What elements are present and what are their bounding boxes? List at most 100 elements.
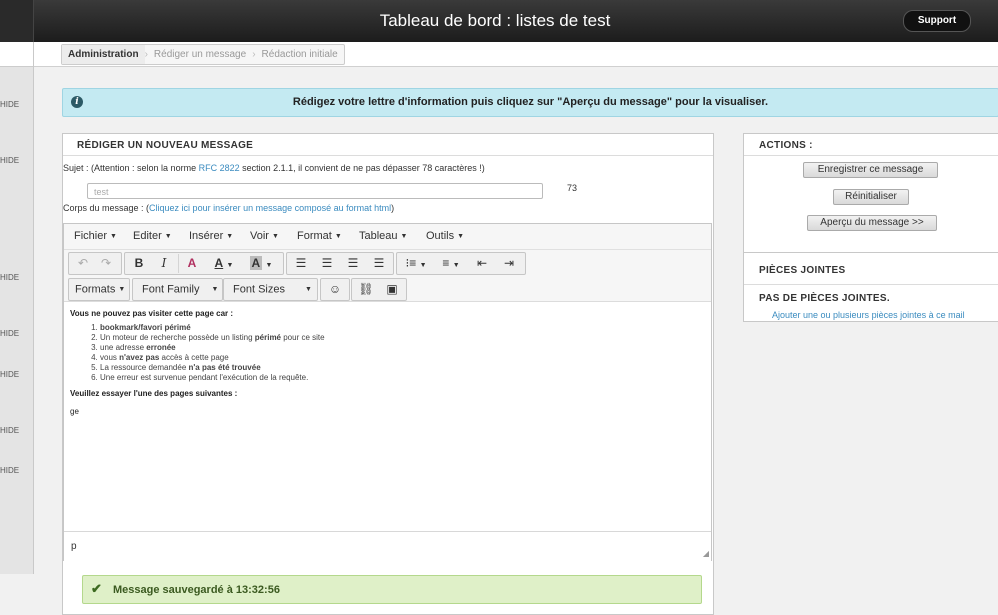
resize-handle-icon[interactable]: ◢	[703, 549, 709, 558]
sidebar-hide-toggle[interactable]: HIDE	[0, 426, 19, 435]
element-path[interactable]: p	[71, 541, 77, 552]
checkmark-icon: ✔	[91, 581, 102, 596]
top-bar: Tableau de bord : listes de test Support	[0, 0, 998, 42]
subject-note-text: Sujet : (Attention : selon la norme	[63, 163, 199, 173]
menu-label: Outils	[426, 230, 455, 242]
item-text: La ressource demandée	[100, 363, 189, 372]
outdent-icon[interactable]: ⇤	[470, 253, 494, 274]
actions-title: ACTIONS :	[759, 140, 813, 151]
sidebar-hide-toggle[interactable]: HIDE	[0, 329, 19, 338]
background-color-icon[interactable]: A ▼	[244, 253, 278, 274]
link-icon[interactable]: ⛓	[354, 279, 378, 300]
align-center-icon[interactable]: ☰	[315, 253, 339, 274]
item-bold: n'a pas été trouvée	[188, 363, 261, 372]
preview-message-button[interactable]: Aperçu du message >>	[807, 215, 937, 231]
breadcrumb-initial-draft: Rédaction initiale	[261, 49, 338, 60]
sidebar-hide-toggle[interactable]: HIDE	[0, 100, 19, 109]
sidebar-hide-toggle[interactable]: HIDE	[0, 370, 19, 379]
item-text: Une erreur est survenue pendant l'exécut…	[100, 373, 309, 382]
align-left-icon[interactable]: ☰	[289, 253, 313, 274]
font-family-dropdown[interactable]: Font Family ▼	[132, 278, 223, 301]
bold-icon[interactable]: B	[128, 253, 150, 274]
formats-label: Formats ▼	[69, 279, 125, 300]
reset-button[interactable]: Réinitialiser	[833, 189, 909, 205]
subject-note-text: section 2.1.1, il convient de ne pas dép…	[239, 163, 485, 173]
indent-icon[interactable]: ⇥	[497, 253, 521, 274]
subject-note: Sujet : (Attention : selon la norme RFC …	[63, 163, 485, 173]
attachments-panel: PIÈCES JOINTES PAS DE PIÈCES JOINTES. Aj…	[743, 252, 998, 322]
font-family-text: Font Family	[142, 283, 200, 296]
body-note-text: Corps du message : (	[63, 203, 150, 213]
item-bold: bookmark/favori périmé	[100, 323, 191, 332]
breadcrumb-write-message[interactable]: Rédiger un message	[148, 45, 252, 64]
menu-fichier[interactable]: Fichier ▼	[74, 230, 117, 242]
formats-text: Formats	[75, 283, 116, 296]
text-color-icon[interactable]: A ▼	[207, 253, 241, 274]
item-text: une adresse	[100, 343, 147, 352]
rfc-link[interactable]: RFC 2822	[199, 163, 240, 173]
editor-content[interactable]: Vous ne pouvez pas visiter cette page ca…	[70, 309, 700, 417]
sidebar-hide-toggle[interactable]: HIDE	[0, 466, 19, 475]
divider	[744, 284, 998, 285]
caret-down-icon: ▼	[110, 232, 117, 240]
menu-label: Fichier	[74, 230, 108, 242]
bullet-list-icon[interactable]: ⁝≡ ▼	[400, 253, 432, 274]
caret-down-icon: ▼	[304, 286, 312, 293]
support-button[interactable]: Support	[903, 10, 971, 32]
breadcrumb: Administration › Rédiger un message › Ré…	[61, 44, 345, 65]
font-family-label: Font Family ▼	[136, 279, 218, 300]
italic-icon[interactable]: I	[153, 253, 175, 274]
rich-text-editor: Fichier ▼ Editer ▼ Insérer ▼ Voir ▼ Format ▼ …	[63, 223, 712, 561]
font-sizes-dropdown[interactable]: Font Sizes ▼	[223, 278, 318, 301]
item-text: pour ce site	[281, 333, 325, 342]
menu-editer[interactable]: Editer ▼	[133, 230, 172, 242]
save-message-button[interactable]: Enregistrer ce message	[803, 162, 938, 178]
item-text: accès à cette page	[159, 353, 229, 362]
breadcrumb-administration[interactable]: Administration	[62, 45, 145, 64]
subject-input[interactable]: test	[87, 183, 543, 199]
info-banner: i Rédigez votre lettre d'information pui…	[62, 88, 998, 117]
smiley-icon: ☺	[328, 282, 342, 296]
add-attachments-link[interactable]: Ajouter une ou plusieurs pièces jointes …	[772, 310, 965, 320]
list-item: Une erreur est survenue pendant l'exécut…	[100, 373, 700, 383]
reason-list: bookmark/favori périmé Un moteur de rech…	[70, 323, 700, 383]
sidebar-hide-toggle[interactable]: HIDE	[0, 156, 19, 165]
content-trailing: ge	[70, 407, 79, 416]
divider	[63, 155, 713, 156]
menu-voir[interactable]: Voir ▼	[250, 230, 279, 242]
sidebar-hide-toggle[interactable]: HIDE	[0, 273, 19, 282]
body-note: Corps du message : (Cliquez ici pour ins…	[63, 203, 394, 213]
editor-statusbar: p ◢	[64, 531, 711, 561]
menu-format[interactable]: Format ▼	[297, 230, 342, 242]
list-group: ⁝≡ ▼ ≡ ▼ ⇤ ⇥	[396, 252, 526, 275]
caret-down-icon: ▼	[211, 286, 219, 293]
compose-panel: RÉDIGER UN NOUVEAU MESSAGE Sujet : (Atte…	[62, 133, 714, 615]
menu-inserer[interactable]: Insérer ▼	[189, 230, 233, 242]
text-style-group: B I A A ▼ A ▼	[124, 252, 284, 275]
undo-icon[interactable]: ↶	[73, 253, 93, 274]
divider	[744, 155, 998, 156]
align-right-icon[interactable]: ☰	[341, 253, 365, 274]
align-justify-icon[interactable]: ☰	[367, 253, 391, 274]
clear-format-icon[interactable]: A	[181, 253, 203, 274]
content-heading: Vous ne pouvez pas visiter cette page ca…	[70, 309, 234, 318]
formats-dropdown[interactable]: Formats ▼	[68, 278, 130, 301]
redo-icon[interactable]: ↷	[96, 253, 116, 274]
attachments-title: PIÈCES JOINTES	[759, 265, 846, 276]
menu-label: Editer	[133, 230, 162, 242]
menu-outils[interactable]: Outils ▼	[426, 230, 464, 242]
item-bold: erronée	[146, 343, 176, 352]
list-item: La ressource demandée n'a pas été trouvé…	[100, 363, 700, 373]
numbered-list-icon[interactable]: ≡ ▼	[435, 253, 467, 274]
insert-html-link[interactable]: Cliquez ici pour insérer un message comp…	[149, 203, 391, 213]
item-text: Un moteur de recherche possède un listin…	[100, 333, 255, 342]
divider	[178, 254, 179, 273]
menu-tableau[interactable]: Tableau ▼	[359, 230, 407, 242]
actions-panel: ACTIONS : Enregistrer ce message Réiniti…	[743, 133, 998, 254]
editor-menubar: Fichier ▼ Editer ▼ Insérer ▼ Voir ▼ Format ▼ …	[64, 224, 711, 250]
emoticon-button[interactable]: ☺	[320, 278, 350, 301]
image-icon[interactable]: ▣	[380, 279, 404, 300]
menu-label: Voir	[250, 230, 269, 242]
menu-label: Tableau	[359, 230, 398, 242]
content-suggest: Veuillez essayer l'une des pages suivant…	[70, 389, 238, 398]
